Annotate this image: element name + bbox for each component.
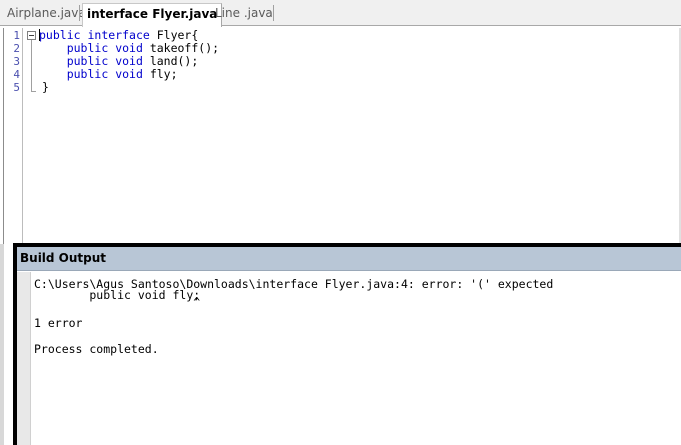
code-token: } bbox=[42, 80, 49, 94]
code-line: public void fly; bbox=[39, 68, 178, 81]
output-line-process-completed: Process completed. bbox=[34, 342, 159, 356]
line-number-gutter: 1 2 3 4 5 bbox=[4, 28, 23, 244]
line-number: 3 bbox=[13, 55, 20, 68]
fold-end-marker bbox=[31, 91, 36, 92]
code-editor[interactable]: 1 2 3 4 5 public interface Flyer{ public… bbox=[3, 28, 681, 244]
line-number: 2 bbox=[13, 42, 20, 55]
code-keyword: void bbox=[115, 54, 143, 68]
code-token: Flyer{ bbox=[149, 28, 199, 42]
collapse-fold-icon[interactable] bbox=[27, 31, 36, 40]
line-number: 5 bbox=[13, 81, 20, 94]
code-token: takeoff(); bbox=[142, 41, 220, 55]
text-caret bbox=[39, 29, 40, 41]
build-output-header: Build Output bbox=[17, 247, 681, 271]
code-keyword: public bbox=[66, 54, 109, 68]
tab-line-java[interactable]: Line .java bbox=[211, 3, 277, 25]
build-output-text[interactable]: C:\Users\Agus Santoso\Downloads\interfac… bbox=[34, 278, 553, 369]
output-line-caret: ^ bbox=[34, 295, 201, 309]
output-gutter bbox=[17, 272, 31, 445]
build-output-title: Build Output bbox=[20, 251, 107, 265]
left-dock-edge bbox=[0, 244, 4, 445]
code-keyword: public bbox=[66, 67, 109, 81]
fold-margin bbox=[24, 28, 38, 244]
code-token: land(); bbox=[142, 54, 199, 68]
tab-interface-flyer-java[interactable]: interface Flyer.java bbox=[82, 3, 223, 27]
code-keyword: void bbox=[115, 67, 143, 81]
line-number: 1 bbox=[13, 29, 20, 42]
output-line-error-count: 1 error bbox=[34, 316, 83, 330]
tab-airplane-java[interactable]: Airplane.java bbox=[3, 3, 90, 25]
code-keyword: void bbox=[115, 41, 143, 55]
code-keyword: interface bbox=[87, 28, 150, 42]
code-line: } bbox=[42, 81, 49, 94]
code-keyword: public bbox=[66, 41, 109, 55]
editor-tab-bar: Airplane.java interface Flyer.java Line … bbox=[0, 0, 681, 27]
line-number: 4 bbox=[13, 68, 20, 81]
fold-guide-line bbox=[31, 40, 32, 91]
tab-separator bbox=[79, 5, 80, 21]
code-keyword: public bbox=[39, 28, 81, 42]
build-output-panel: Build Output C:\Users\Agus Santoso\Downl… bbox=[13, 243, 681, 445]
code-token: fly; bbox=[142, 67, 178, 81]
